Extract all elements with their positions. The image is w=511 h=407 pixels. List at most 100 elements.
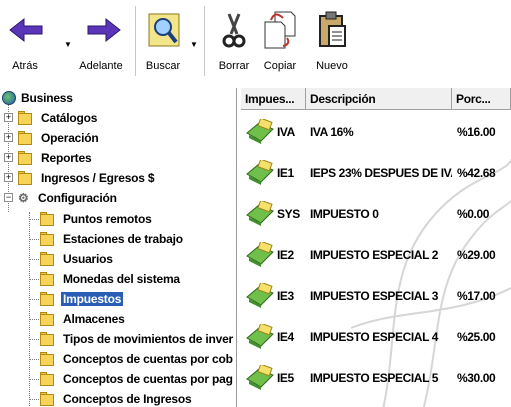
folder-icon [40, 212, 57, 226]
arrow-left-icon [6, 8, 46, 52]
clipboard-icon [312, 8, 352, 52]
table-row[interactable]: IE4 IMPUESTO ESPECIAL 4 %25.00 [241, 316, 511, 357]
tax-description: IMPUESTO ESPECIAL 2 [310, 247, 438, 262]
cell-code: IE4 [241, 316, 306, 357]
folder-icon [40, 272, 57, 286]
search-label: Buscar [145, 60, 181, 72]
tree-item-puntos-remotos[interactable]: Puntos remotos [40, 209, 154, 229]
tax-grid: Impues... Descripción Porc... IVA IVA 16%… [241, 88, 511, 407]
table-row[interactable]: IE2 IMPUESTO ESPECIAL 2 %29.00 [241, 234, 511, 275]
table-row[interactable]: IVA IVA 16% %16.00 [241, 111, 511, 152]
back-dropdown-icon[interactable]: ▼ [64, 40, 72, 49]
cell-code: IVA [241, 111, 306, 152]
table-row[interactable]: IE1 IEPS 23% DESPUES DE IVA %42.68 [241, 152, 511, 193]
folder-icon [18, 171, 35, 185]
toolbar: Atrás ▼ Adelante Buscar ▼ Borrar Copiar … [0, 0, 511, 82]
tax-code: IVA [277, 124, 295, 139]
tax-code: IE1 [277, 165, 294, 180]
folder-icon [40, 232, 57, 246]
expand-icon[interactable]: + [4, 113, 13, 122]
tax-description: IMPUESTO ESPECIAL 3 [310, 288, 438, 303]
search-button[interactable]: Buscar [140, 0, 186, 82]
tree-item-monedas[interactable]: Monedas del sistema [40, 269, 182, 289]
tree-item-tipos-movimientos[interactable]: Tipos de movimientos de inver [40, 329, 235, 349]
globe-icon [2, 91, 16, 105]
folder-icon [18, 111, 35, 125]
tree-root-label: Business [21, 91, 73, 105]
tree-item-label: Puntos remotos [63, 212, 152, 226]
collapse-icon[interactable]: − [4, 193, 13, 202]
table-row[interactable]: SYS IMPUESTO 0 %0.00 [241, 193, 511, 234]
table-row[interactable]: IE5 IMPUESTO ESPECIAL 5 %30.00 [241, 357, 511, 398]
tree-item-impuestos[interactable]: Impuestos [40, 289, 124, 309]
tax-percentage: %25.00 [457, 329, 496, 344]
tree-connector [29, 212, 30, 407]
tax-code: IE4 [277, 329, 294, 344]
cell-code: SYS [241, 193, 306, 234]
new-label: Nuevo [316, 60, 348, 72]
copy-label: Copiar [263, 60, 297, 72]
tree-item-label: Tipos de movimientos de inver [63, 332, 234, 346]
tree-item-label: Conceptos de Ingresos [63, 392, 192, 406]
cell-code: IE1 [241, 152, 306, 193]
tree-root-business[interactable]: Business [2, 88, 75, 108]
folder-icon [40, 312, 57, 326]
forward-button[interactable]: Adelante [72, 0, 130, 82]
tree-item-label: Reportes [41, 151, 92, 165]
tax-percentage: %29.00 [457, 247, 496, 262]
toolbar-separator [204, 6, 205, 76]
arrow-right-icon [84, 8, 124, 52]
new-button[interactable]: Nuevo [310, 0, 354, 82]
tree-item-configuracion[interactable]: ⚙ Configuración [18, 188, 119, 208]
folder-icon [18, 151, 35, 165]
tree-item-estaciones[interactable]: Estaciones de trabajo [40, 229, 185, 249]
column-header-porcentaje[interactable]: Porc... [452, 88, 511, 110]
table-row[interactable]: IE3 IMPUESTO ESPECIAL 3 %17.00 [241, 275, 511, 316]
settings-icon: ⚙ [18, 191, 29, 205]
expand-icon[interactable]: + [4, 133, 13, 142]
tax-description: IMPUESTO ESPECIAL 4 [310, 329, 438, 344]
folder-open-icon [40, 292, 57, 306]
tax-icon [245, 199, 275, 227]
tax-code: IE2 [277, 247, 294, 262]
tax-description: IEPS 23% DESPUES DE IVA [310, 165, 452, 180]
back-label: Atrás [12, 60, 38, 72]
tree-item-label: Configuración [38, 191, 117, 205]
tree-item-ingresos-egresos[interactable]: Ingresos / Egresos $ [18, 168, 156, 188]
expand-icon[interactable]: + [4, 173, 13, 182]
delete-label: Borrar [218, 60, 250, 72]
tree-item-conceptos-ingresos[interactable]: Conceptos de Ingresos [40, 389, 194, 407]
tree-item-conceptos-cobrar[interactable]: Conceptos de cuentas por cob [40, 349, 235, 369]
search-dropdown-icon[interactable]: ▼ [190, 40, 198, 49]
folder-icon [18, 131, 35, 145]
tree-item-conceptos-pagar[interactable]: Conceptos de cuentas por pag [40, 369, 235, 389]
tree-item-catalogos[interactable]: Catálogos [18, 108, 99, 128]
folder-icon [40, 392, 57, 406]
tree-item-label: Impuestos [61, 292, 124, 306]
delete-button[interactable]: Borrar [212, 0, 256, 82]
column-header-descripcion[interactable]: Descripción [306, 88, 452, 110]
back-button[interactable]: Atrás [0, 0, 50, 82]
tax-percentage: %17.00 [457, 288, 496, 303]
copy-icon [260, 8, 300, 52]
grid-header: Impues... Descripción Porc... [241, 88, 511, 110]
tax-percentage: %16.00 [457, 124, 496, 139]
tree-item-label: Usuarios [63, 252, 113, 266]
tree-item-label: Ingresos / Egresos $ [41, 171, 155, 185]
column-header-impuesto[interactable]: Impues... [241, 88, 306, 110]
tree-item-reportes[interactable]: Reportes [18, 148, 93, 168]
expand-icon[interactable]: + [4, 153, 13, 162]
tree-item-almacenes[interactable]: Almacenes [40, 309, 127, 329]
tree-item-label: Monedas del sistema [63, 272, 180, 286]
tax-code: IE5 [277, 370, 294, 385]
tax-description: IVA 16% [310, 124, 354, 139]
tree-item-label: Catálogos [41, 111, 98, 125]
tree-item-label: Almacenes [63, 312, 125, 326]
tax-icon [245, 117, 275, 145]
cell-code: IE3 [241, 275, 306, 316]
search-icon [144, 8, 184, 52]
tree-item-label: Estaciones de trabajo [63, 232, 183, 246]
tree-item-operacion[interactable]: Operación [18, 128, 101, 148]
tree-item-usuarios[interactable]: Usuarios [40, 249, 115, 269]
copy-button[interactable]: Copiar [258, 0, 302, 82]
